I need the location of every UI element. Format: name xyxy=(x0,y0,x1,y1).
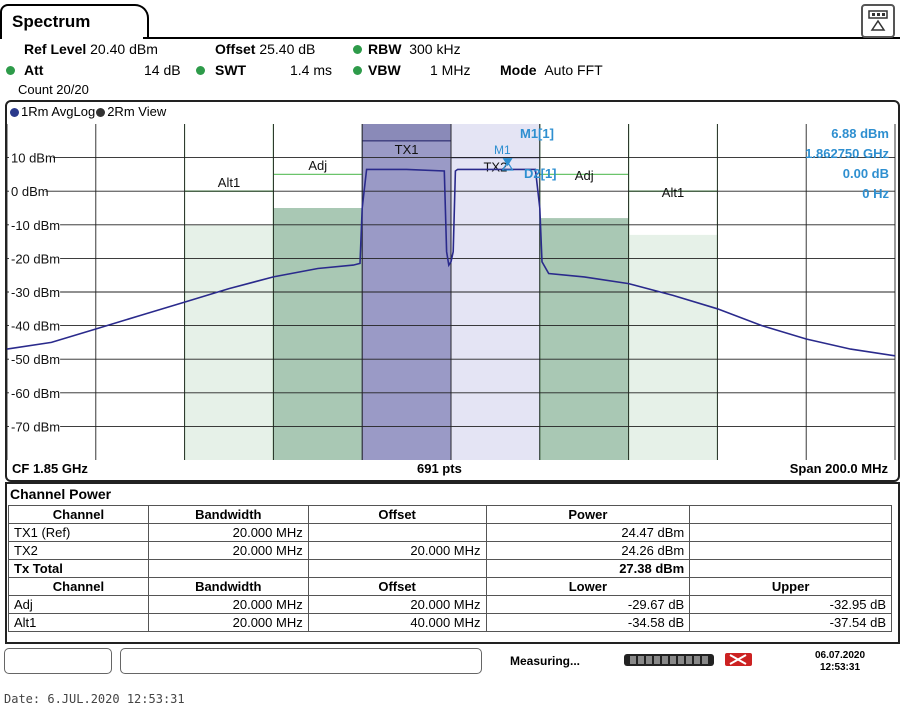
y-tick-label: 0 dBm xyxy=(11,184,49,199)
header-empty xyxy=(689,505,892,524)
cell-empty xyxy=(147,559,309,578)
table-header-row: Channel Bandwidth Offset Lower Upper xyxy=(8,577,892,596)
cell-offset: 20.000 MHz xyxy=(307,595,487,614)
spectrum-chart[interactable]: Alt1 Adj TX1 TX2 Adj Alt1 10 dBm 0 dBm -10 dBm -… xyxy=(0,0,900,480)
date-footer: Date: 6.JUL.2020 12:53:31 xyxy=(4,692,185,706)
header-lower: Lower xyxy=(485,577,691,596)
header-bandwidth: Bandwidth xyxy=(147,577,309,596)
remote-status-icon xyxy=(724,651,754,669)
cell-lower: -34.58 dB xyxy=(485,613,691,632)
d2-level-readout: 0.00 dB xyxy=(842,166,889,181)
y-tick-label: -40 dBm xyxy=(11,319,60,334)
channel-label-adj: Adj xyxy=(308,158,327,173)
y-tick-label: -30 dBm xyxy=(11,285,60,300)
channel-label-tx1: TX1 xyxy=(395,142,419,157)
measuring-status: Measuring... xyxy=(510,654,581,668)
cell-bandwidth: 20.000 MHz xyxy=(147,613,309,632)
cell-bandwidth: 20.000 MHz xyxy=(147,595,309,614)
y-tick-label: -20 dBm xyxy=(11,251,60,266)
channel-region-alt1 xyxy=(184,224,274,460)
d2-freq-readout: 0 Hz xyxy=(862,186,889,201)
y-tick-label: -50 dBm xyxy=(11,352,60,367)
channel-region-adj xyxy=(539,218,629,460)
cell-offset: 20.000 MHz xyxy=(307,541,487,560)
cell-offset: 40.000 MHz xyxy=(307,613,487,632)
progress-bar-icon xyxy=(624,654,714,666)
header-channel: Channel xyxy=(8,505,149,524)
channel-power-table: Channel Bandwidth Offset Power TX1 (Ref)… xyxy=(8,505,892,632)
tx-total-label: Tx Total xyxy=(8,559,149,578)
m1-readout-label: M1[1] xyxy=(520,126,554,141)
table-row: TX2 20.000 MHz 20.000 MHz 24.26 dBm xyxy=(8,541,892,560)
y-tick-label: -70 dBm xyxy=(11,419,60,434)
status-date: 06.07.2020 xyxy=(814,650,866,661)
m1-level-readout: 6.88 dBm xyxy=(831,126,889,141)
header-upper: Upper xyxy=(689,577,892,596)
status-field-1[interactable] xyxy=(4,648,112,674)
table-total-row: Tx Total 27.38 dBm xyxy=(8,559,892,578)
tx-total-value: 27.38 dBm xyxy=(485,559,691,578)
channel-power-title: Channel Power xyxy=(10,486,112,502)
cell-lower: -29.67 dB xyxy=(485,595,691,614)
header-power: Power xyxy=(485,505,691,524)
cell-channel: Adj xyxy=(8,595,149,614)
status-time: 12:53:31 xyxy=(819,662,861,673)
cell-empty xyxy=(689,541,892,560)
m1-marker-tag: M1 xyxy=(494,143,511,157)
table-row: TX1 (Ref) 20.000 MHz 24.47 dBm xyxy=(8,523,892,542)
span-value[interactable]: Span 200.0 MHz xyxy=(790,461,888,476)
channel-label-adj: Adj xyxy=(575,168,594,183)
cell-bandwidth: 20.000 MHz xyxy=(147,541,309,560)
status-field-2[interactable] xyxy=(120,648,482,674)
table-row: Alt1 20.000 MHz 40.000 MHz -34.58 dB -37… xyxy=(8,613,892,632)
header-bandwidth: Bandwidth xyxy=(147,505,309,524)
cell-empty xyxy=(689,523,892,542)
table-row: Adj 20.000 MHz 20.000 MHz -29.67 dB -32.… xyxy=(8,595,892,614)
channel-region-adj xyxy=(273,208,363,460)
d2-readout-label: D2[1] xyxy=(524,166,557,181)
channel-label-alt1: Alt1 xyxy=(662,185,684,200)
cell-empty xyxy=(689,559,892,578)
cell-channel: TX1 (Ref) xyxy=(8,523,149,542)
cell-channel: TX2 xyxy=(8,541,149,560)
cell-empty xyxy=(307,559,487,578)
cell-upper: -32.95 dB xyxy=(689,595,892,614)
cell-channel: Alt1 xyxy=(8,613,149,632)
table-header-row: Channel Bandwidth Offset Power xyxy=(8,505,892,524)
tx1-header-bar xyxy=(362,124,451,140)
cell-bandwidth: 20.000 MHz xyxy=(147,523,309,542)
y-tick-label: -10 dBm xyxy=(11,218,60,233)
channel-label-alt1: Alt1 xyxy=(218,175,240,190)
header-offset: Offset xyxy=(307,505,487,524)
channel-label-tx2: TX2 xyxy=(483,160,507,175)
sweep-points: 691 pts xyxy=(417,461,462,476)
cell-upper: -37.54 dB xyxy=(689,613,892,632)
center-frequency[interactable]: CF 1.85 GHz xyxy=(12,461,88,476)
cell-power: 24.47 dBm xyxy=(485,523,691,542)
cell-power: 24.26 dBm xyxy=(485,541,691,560)
progress-bar xyxy=(624,653,714,667)
m1-freq-readout: 1.862750 GHz xyxy=(805,146,889,161)
y-tick-label: -60 dBm xyxy=(11,386,60,401)
header-offset: Offset xyxy=(307,577,487,596)
y-tick-label: 10 dBm xyxy=(11,151,56,166)
header-channel: Channel xyxy=(8,577,149,596)
cell-offset xyxy=(307,523,487,542)
